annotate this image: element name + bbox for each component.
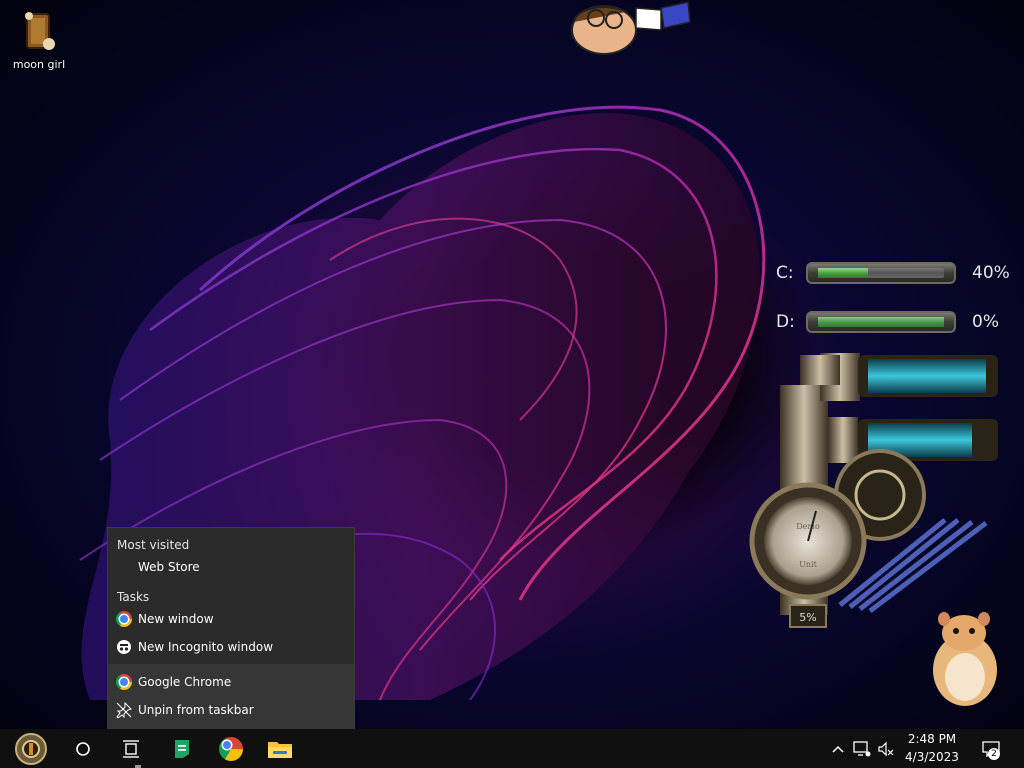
show-hidden-icons-button[interactable] <box>828 729 848 768</box>
most-visited-header: Most visited <box>117 538 190 552</box>
dial-label-top: Demo <box>796 522 820 531</box>
volume-muted-icon <box>878 741 894 756</box>
dial-percent: 5% <box>799 611 816 624</box>
drive-c-usage-bar <box>806 262 956 284</box>
jump-list-item-label: New Incognito window <box>138 640 274 654</box>
file-explorer-icon <box>268 741 292 758</box>
hamster-image <box>933 612 997 706</box>
clock-time[interactable]: 2:48 PM <box>900 732 964 746</box>
cartoon-character-image <box>571 1 691 55</box>
task-view-icon <box>123 739 139 758</box>
chrome-jump-list: Most visited Web Store Tasks New window … <box>107 527 355 730</box>
jump-list-item-google-chrome[interactable]: Google Chrome <box>108 669 354 695</box>
chrome-icon <box>116 611 132 627</box>
desktop-icon-label: moon girl <box>12 58 66 71</box>
drive-d-usage-bar <box>806 311 956 333</box>
jump-list-item-web-store[interactable]: Web Store <box>108 554 354 580</box>
task-view-button[interactable] <box>112 729 150 768</box>
treasure-chest-icon <box>19 8 59 52</box>
taskbar-app-sheets[interactable] <box>162 729 202 768</box>
drive-c-usage-fill <box>818 268 869 278</box>
jump-list-item-label: Web Store <box>138 560 200 574</box>
taskbar-app-chrome[interactable] <box>210 729 252 768</box>
search-button[interactable] <box>64 729 102 768</box>
drive-d-percent: 0% <box>972 312 999 332</box>
network-button[interactable] <box>850 729 874 768</box>
start-button[interactable] <box>8 729 54 768</box>
start-icon <box>15 732 47 765</box>
sheets-icon <box>175 739 189 758</box>
taskbar-app-file-explorer[interactable] <box>260 729 300 768</box>
jump-list-item-new-window[interactable]: New window <box>108 606 354 632</box>
steampunk-gauge-gadget: Demo Unit 5% <box>749 353 998 628</box>
chrome-icon <box>219 736 243 761</box>
desktop-icon-moon-girl[interactable]: moon girl <box>8 8 70 71</box>
jump-list-item-new-incognito-window[interactable]: New Incognito window <box>108 634 354 660</box>
drive-d-usage-fill <box>818 317 944 327</box>
search-icon <box>76 741 90 756</box>
drive-letter: D: <box>776 312 795 332</box>
jump-list-item-unpin[interactable]: Unpin from taskbar <box>108 697 354 723</box>
unpin-icon <box>116 702 132 718</box>
tasks-header: Tasks <box>117 590 150 604</box>
drive-d-meter: D: 0% <box>776 307 999 337</box>
dial-label-bottom: Unit <box>799 560 817 569</box>
clock-date[interactable]: 4/3/2023 <box>900 750 964 764</box>
jump-list-item-label: Unpin from taskbar <box>138 703 254 717</box>
notification-count-badge: 2 <box>988 748 1000 760</box>
chevron-up-icon <box>832 745 844 753</box>
incognito-icon <box>116 639 132 655</box>
drive-c-meter: C: 40% <box>776 258 1010 288</box>
volume-button[interactable] <box>874 729 898 768</box>
drive-c-percent: 40% <box>972 263 1010 283</box>
jump-list-item-label: New window <box>138 612 214 626</box>
drive-letter: C: <box>776 263 794 283</box>
jump-list-item-label: Google Chrome <box>138 675 232 689</box>
chrome-icon <box>116 674 132 690</box>
network-icon <box>853 740 871 756</box>
